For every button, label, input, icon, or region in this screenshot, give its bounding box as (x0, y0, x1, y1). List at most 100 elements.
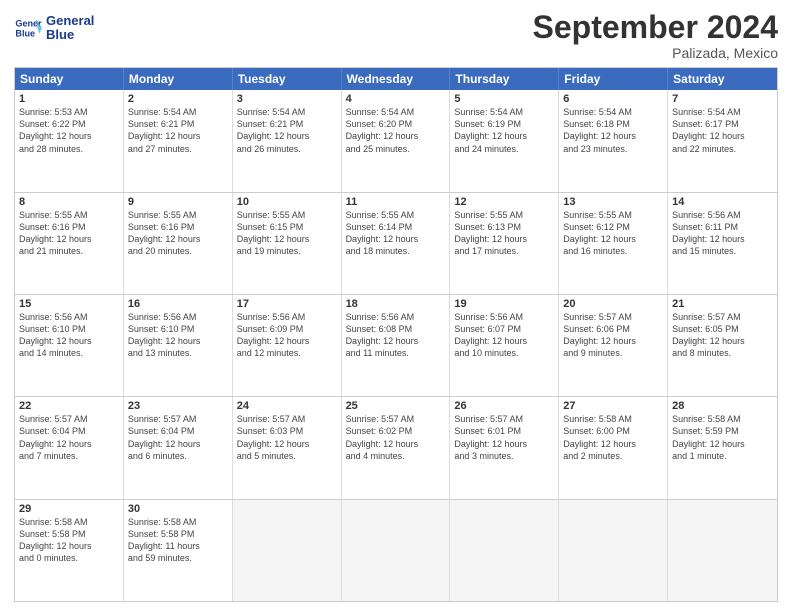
cell-details: Sunrise: 5:55 AM Sunset: 6:14 PM Dayligh… (346, 209, 446, 258)
header: General Blue General Blue September 2024… (14, 10, 778, 61)
calendar-cell: 17Sunrise: 5:56 AM Sunset: 6:09 PM Dayli… (233, 295, 342, 396)
day-number: 3 (237, 93, 337, 105)
cell-details: Sunrise: 5:56 AM Sunset: 6:11 PM Dayligh… (672, 209, 773, 258)
calendar-cell: 7Sunrise: 5:54 AM Sunset: 6:17 PM Daylig… (668, 90, 777, 191)
calendar-cell: 6Sunrise: 5:54 AM Sunset: 6:18 PM Daylig… (559, 90, 668, 191)
calendar-cell: 3Sunrise: 5:54 AM Sunset: 6:21 PM Daylig… (233, 90, 342, 191)
calendar-header-cell: Sunday (15, 68, 124, 90)
day-number: 30 (128, 503, 228, 515)
logo-icon: General Blue (14, 14, 42, 42)
calendar-cell: 27Sunrise: 5:58 AM Sunset: 6:00 PM Dayli… (559, 397, 668, 498)
calendar-header-cell: Monday (124, 68, 233, 90)
calendar-cell: 18Sunrise: 5:56 AM Sunset: 6:08 PM Dayli… (342, 295, 451, 396)
cell-details: Sunrise: 5:58 AM Sunset: 5:58 PM Dayligh… (19, 516, 119, 565)
calendar-cell: 12Sunrise: 5:55 AM Sunset: 6:13 PM Dayli… (450, 193, 559, 294)
cell-details: Sunrise: 5:55 AM Sunset: 6:16 PM Dayligh… (19, 209, 119, 258)
calendar-row: 15Sunrise: 5:56 AM Sunset: 6:10 PM Dayli… (15, 294, 777, 396)
day-number: 8 (19, 196, 119, 208)
day-number: 26 (454, 400, 554, 412)
logo: General Blue General Blue (14, 14, 94, 43)
day-number: 23 (128, 400, 228, 412)
calendar-cell (559, 500, 668, 601)
day-number: 5 (454, 93, 554, 105)
logo-line1: General (46, 14, 94, 28)
calendar-cell: 25Sunrise: 5:57 AM Sunset: 6:02 PM Dayli… (342, 397, 451, 498)
cell-details: Sunrise: 5:54 AM Sunset: 6:21 PM Dayligh… (128, 106, 228, 155)
day-number: 14 (672, 196, 773, 208)
calendar-header-cell: Tuesday (233, 68, 342, 90)
calendar-cell (342, 500, 451, 601)
svg-text:Blue: Blue (15, 29, 35, 39)
day-number: 11 (346, 196, 446, 208)
day-number: 10 (237, 196, 337, 208)
calendar-cell: 8Sunrise: 5:55 AM Sunset: 6:16 PM Daylig… (15, 193, 124, 294)
day-number: 15 (19, 298, 119, 310)
calendar-row: 29Sunrise: 5:58 AM Sunset: 5:58 PM Dayli… (15, 499, 777, 601)
calendar-cell: 2Sunrise: 5:54 AM Sunset: 6:21 PM Daylig… (124, 90, 233, 191)
calendar-cell: 10Sunrise: 5:55 AM Sunset: 6:15 PM Dayli… (233, 193, 342, 294)
cell-details: Sunrise: 5:56 AM Sunset: 6:10 PM Dayligh… (128, 311, 228, 360)
day-number: 2 (128, 93, 228, 105)
cell-details: Sunrise: 5:55 AM Sunset: 6:16 PM Dayligh… (128, 209, 228, 258)
calendar-cell: 26Sunrise: 5:57 AM Sunset: 6:01 PM Dayli… (450, 397, 559, 498)
calendar-row: 8Sunrise: 5:55 AM Sunset: 6:16 PM Daylig… (15, 192, 777, 294)
calendar-cell: 11Sunrise: 5:55 AM Sunset: 6:14 PM Dayli… (342, 193, 451, 294)
day-number: 6 (563, 93, 663, 105)
calendar-header: SundayMondayTuesdayWednesdayThursdayFrid… (15, 68, 777, 90)
subtitle: Palizada, Mexico (533, 45, 778, 61)
calendar-cell: 21Sunrise: 5:57 AM Sunset: 6:05 PM Dayli… (668, 295, 777, 396)
month-title: September 2024 (533, 10, 778, 45)
cell-details: Sunrise: 5:54 AM Sunset: 6:17 PM Dayligh… (672, 106, 773, 155)
day-number: 21 (672, 298, 773, 310)
cell-details: Sunrise: 5:57 AM Sunset: 6:01 PM Dayligh… (454, 413, 554, 462)
calendar-cell: 13Sunrise: 5:55 AM Sunset: 6:12 PM Dayli… (559, 193, 668, 294)
day-number: 25 (346, 400, 446, 412)
calendar-header-cell: Friday (559, 68, 668, 90)
page: General Blue General Blue September 2024… (0, 0, 792, 612)
day-number: 28 (672, 400, 773, 412)
calendar-cell: 1Sunrise: 5:53 AM Sunset: 6:22 PM Daylig… (15, 90, 124, 191)
cell-details: Sunrise: 5:54 AM Sunset: 6:18 PM Dayligh… (563, 106, 663, 155)
cell-details: Sunrise: 5:56 AM Sunset: 6:09 PM Dayligh… (237, 311, 337, 360)
cell-details: Sunrise: 5:55 AM Sunset: 6:12 PM Dayligh… (563, 209, 663, 258)
day-number: 20 (563, 298, 663, 310)
calendar-cell: 9Sunrise: 5:55 AM Sunset: 6:16 PM Daylig… (124, 193, 233, 294)
day-number: 16 (128, 298, 228, 310)
day-number: 19 (454, 298, 554, 310)
cell-details: Sunrise: 5:56 AM Sunset: 6:10 PM Dayligh… (19, 311, 119, 360)
cell-details: Sunrise: 5:57 AM Sunset: 6:06 PM Dayligh… (563, 311, 663, 360)
cell-details: Sunrise: 5:54 AM Sunset: 6:19 PM Dayligh… (454, 106, 554, 155)
calendar-header-cell: Wednesday (342, 68, 451, 90)
calendar-cell: 28Sunrise: 5:58 AM Sunset: 5:59 PM Dayli… (668, 397, 777, 498)
day-number: 12 (454, 196, 554, 208)
cell-details: Sunrise: 5:56 AM Sunset: 6:08 PM Dayligh… (346, 311, 446, 360)
cell-details: Sunrise: 5:57 AM Sunset: 6:04 PM Dayligh… (128, 413, 228, 462)
calendar-cell: 19Sunrise: 5:56 AM Sunset: 6:07 PM Dayli… (450, 295, 559, 396)
calendar-header-cell: Thursday (450, 68, 559, 90)
calendar-cell: 4Sunrise: 5:54 AM Sunset: 6:20 PM Daylig… (342, 90, 451, 191)
day-number: 9 (128, 196, 228, 208)
cell-details: Sunrise: 5:54 AM Sunset: 6:21 PM Dayligh… (237, 106, 337, 155)
day-number: 22 (19, 400, 119, 412)
day-number: 17 (237, 298, 337, 310)
day-number: 4 (346, 93, 446, 105)
calendar-cell: 22Sunrise: 5:57 AM Sunset: 6:04 PM Dayli… (15, 397, 124, 498)
cell-details: Sunrise: 5:58 AM Sunset: 5:58 PM Dayligh… (128, 516, 228, 565)
cell-details: Sunrise: 5:56 AM Sunset: 6:07 PM Dayligh… (454, 311, 554, 360)
calendar-row: 1Sunrise: 5:53 AM Sunset: 6:22 PM Daylig… (15, 90, 777, 191)
title-block: September 2024 Palizada, Mexico (533, 10, 778, 61)
day-number: 18 (346, 298, 446, 310)
cell-details: Sunrise: 5:55 AM Sunset: 6:15 PM Dayligh… (237, 209, 337, 258)
cell-details: Sunrise: 5:57 AM Sunset: 6:04 PM Dayligh… (19, 413, 119, 462)
calendar-cell: 20Sunrise: 5:57 AM Sunset: 6:06 PM Dayli… (559, 295, 668, 396)
calendar-cell: 16Sunrise: 5:56 AM Sunset: 6:10 PM Dayli… (124, 295, 233, 396)
calendar-cell: 14Sunrise: 5:56 AM Sunset: 6:11 PM Dayli… (668, 193, 777, 294)
day-number: 29 (19, 503, 119, 515)
cell-details: Sunrise: 5:55 AM Sunset: 6:13 PM Dayligh… (454, 209, 554, 258)
cell-details: Sunrise: 5:58 AM Sunset: 5:59 PM Dayligh… (672, 413, 773, 462)
day-number: 1 (19, 93, 119, 105)
calendar-cell: 5Sunrise: 5:54 AM Sunset: 6:19 PM Daylig… (450, 90, 559, 191)
calendar-cell: 15Sunrise: 5:56 AM Sunset: 6:10 PM Dayli… (15, 295, 124, 396)
day-number: 7 (672, 93, 773, 105)
cell-details: Sunrise: 5:53 AM Sunset: 6:22 PM Dayligh… (19, 106, 119, 155)
